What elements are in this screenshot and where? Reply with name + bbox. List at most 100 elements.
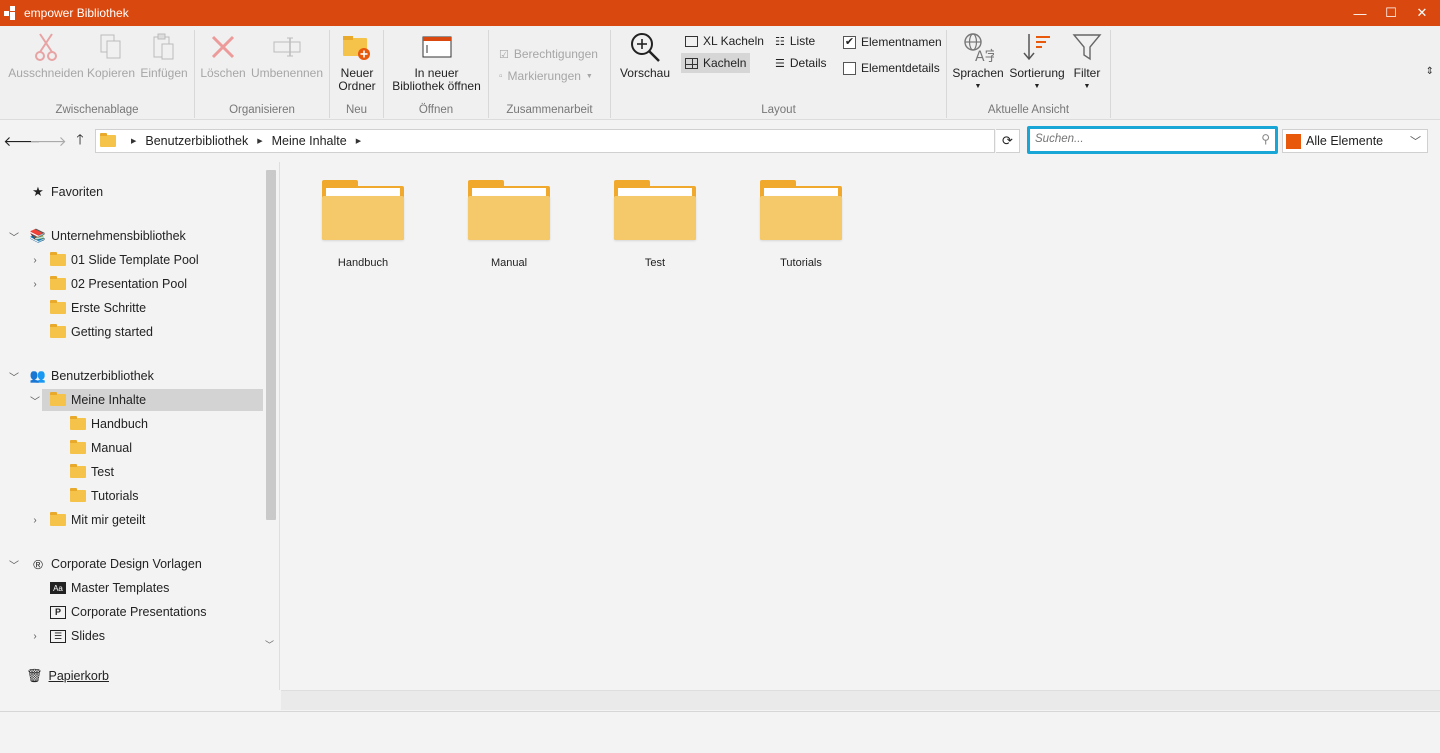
tree-item-corporate-presentations[interactable]: P Corporate Presentations [50, 601, 207, 623]
folder-icon [614, 180, 696, 240]
chevron-right-icon[interactable]: › [29, 273, 41, 295]
language-icon: A字 [962, 30, 994, 64]
element-details-checkbox[interactable] [843, 61, 856, 75]
tags-icon: ▫ [499, 70, 503, 82]
search-input[interactable] [1035, 129, 1250, 149]
chevron-right-icon[interactable]: › [29, 509, 41, 531]
tree-item-company-library[interactable]: 📚 Unternehmensbibliothek [30, 225, 186, 247]
permissions-label: Berechtigungen [513, 47, 598, 61]
tree-item-test[interactable]: Test [70, 461, 114, 483]
tree-item-manual[interactable]: Manual [70, 437, 132, 459]
tree-item-label: 02 Presentation Pool [71, 277, 188, 291]
tree-item-erste-schritte[interactable]: Erste Schritte [50, 297, 146, 319]
tree-item-my-content[interactable]: Meine Inhalte [42, 389, 263, 411]
tree-item-user-library[interactable]: 👥 Benutzerbibliothek [30, 365, 154, 387]
tree-item-label: Erste Schritte [71, 301, 147, 315]
refresh-icon[interactable]: ⟳ [996, 129, 1020, 153]
breadcrumb-folder-icon [100, 133, 116, 147]
folder-icon [50, 276, 66, 290]
up-arrow-icon[interactable]: 🡑 [70, 131, 90, 151]
tree-item-favorites[interactable]: ★ Favoriten [30, 181, 103, 203]
breadcrumb-item-user-library[interactable]: Benutzerbibliothek [145, 134, 248, 148]
xl-tiles-button[interactable]: XL Kacheln [681, 31, 768, 51]
recycle-bin-link[interactable]: 🗑 Papierkorb [26, 668, 109, 684]
breadcrumb-separator-icon[interactable]: ▶ [257, 137, 262, 145]
folder-tile-tutorials[interactable]: Tutorials [741, 180, 861, 269]
search-box[interactable]: ⚲ [1027, 126, 1278, 154]
breadcrumb-separator-icon[interactable]: ▶ [356, 137, 361, 145]
element-details-toggle[interactable]: Elementdetails [839, 58, 944, 78]
tree-item-slides[interactable]: ☰ Slides [50, 625, 105, 647]
maximize-button[interactable]: ☐ [1374, 0, 1408, 26]
folder-tile-manual[interactable]: Manual [449, 180, 569, 269]
tree-item-getting-started[interactable]: Getting started [50, 321, 153, 343]
chevron-down-icon[interactable]: ﹀ [8, 225, 20, 247]
details-button[interactable]: ☰ Details [771, 53, 831, 73]
group-collaboration: ☑ Berechtigungen ▫ Markierungen ▼ Zusamm… [489, 30, 611, 118]
forward-arrow-icon[interactable]: 🡒 [29, 131, 67, 151]
chevron-down-icon[interactable]: ﹀ [29, 389, 41, 411]
chevron-right-icon[interactable]: › [29, 625, 41, 647]
group-label-organize: Organisieren [229, 104, 295, 116]
element-names-toggle[interactable]: ✔ Elementnamen [839, 32, 946, 52]
tree-item-shared-with-me[interactable]: Mit mir geteilt [50, 509, 145, 531]
tree-item-tutorials[interactable]: Tutorials [70, 485, 138, 507]
sorting-label: Sortierung [1009, 66, 1065, 80]
chevron-down-icon[interactable]: ﹀ [8, 553, 20, 575]
tree-item-corporate-design[interactable]: ® Corporate Design Vorlagen [30, 553, 202, 575]
tiles-icon [685, 57, 698, 69]
tree-item-label: Benutzerbibliothek [51, 369, 154, 383]
tiles-button[interactable]: Kacheln [681, 53, 751, 73]
chevron-down-icon[interactable]: ﹀ [8, 365, 20, 387]
tags-button[interactable]: ▫ Markierungen ▼ [495, 66, 597, 86]
new-folder-button[interactable]: Neuer Ordner [334, 30, 380, 93]
group-layout: Vorschau XL Kacheln Kacheln ☷ Liste ☰ De… [611, 30, 947, 118]
paste-button[interactable]: Einfügen [139, 30, 189, 80]
folder-tile-test[interactable]: Test [595, 180, 715, 269]
tree-item-master-templates[interactable]: Aa Master Templates [50, 577, 169, 599]
copy-button[interactable]: Kopieren [86, 30, 136, 80]
chevron-right-icon[interactable]: › [29, 249, 41, 271]
search-icon[interactable]: ⚲ [1261, 132, 1270, 146]
filter-button[interactable]: Filter ▼ [1069, 30, 1105, 93]
folder-icon [70, 464, 86, 478]
close-button[interactable]: ✕ [1405, 0, 1439, 26]
sidebar-scrollbar[interactable] [266, 170, 276, 520]
cut-button[interactable]: Ausschneiden [8, 30, 84, 80]
open-in-new-library-button[interactable]: In neuer Bibliothek öffnen [388, 30, 485, 93]
delete-button[interactable]: Löschen [200, 30, 246, 80]
permissions-button[interactable]: ☑ Berechtigungen [495, 44, 602, 64]
group-label-clipboard: Zwischenablage [55, 104, 139, 116]
folder-tile-label: Tutorials [780, 257, 822, 269]
breadcrumb[interactable]: ▶ Benutzerbibliothek ▶ Meine Inhalte ▶ [95, 129, 995, 153]
rename-button[interactable]: Umbenennen [249, 30, 325, 80]
rename-icon [271, 30, 303, 64]
breadcrumb-separator-icon[interactable]: ▶ [131, 137, 136, 145]
tree-item-slide-template-pool[interactable]: 01 Slide Template Pool [50, 249, 199, 271]
breadcrumb-item-my-content[interactable]: Meine Inhalte [272, 134, 347, 148]
empower-filter-icon [1286, 133, 1301, 149]
preview-button[interactable]: Vorschau [619, 30, 671, 80]
collapse-ribbon-icon[interactable]: ⇕ [1426, 66, 1434, 77]
permissions-icon: ☑ [499, 48, 509, 61]
content-horizontal-scrollbar[interactable] [281, 690, 1440, 710]
ribbon: Ausschneiden Kopieren Einfügen Zwischena… [0, 26, 1440, 120]
languages-button[interactable]: A字 Sprachen ▼ [951, 30, 1005, 93]
group-label-collaboration: Zusammenarbeit [506, 104, 593, 116]
chevron-down-icon: ﹀ [1410, 136, 1421, 148]
tree-item-presentation-pool[interactable]: 02 Presentation Pool [50, 273, 187, 295]
tree-item-label: Manual [91, 441, 132, 455]
element-names-checkbox[interactable]: ✔ [843, 35, 856, 49]
folder-icon [50, 252, 66, 266]
tree-item-label: Handbuch [91, 417, 148, 431]
svg-text:A字: A字 [975, 49, 994, 63]
sorting-button[interactable]: Sortierung ▼ [1007, 30, 1067, 93]
folder-tile-label: Test [644, 257, 666, 269]
tree-item-label: Slides [71, 629, 106, 643]
folder-tile-handbuch[interactable]: Handbuch [303, 180, 423, 269]
tree-item-handbuch[interactable]: Handbuch [70, 413, 148, 435]
scroll-down-icon[interactable]: ﹀ [265, 638, 274, 651]
list-button[interactable]: ☷ Liste [771, 31, 819, 51]
minimize-button[interactable]: — [1343, 0, 1377, 26]
element-filter-select[interactable]: Alle Elemente ﹀ [1282, 129, 1428, 153]
